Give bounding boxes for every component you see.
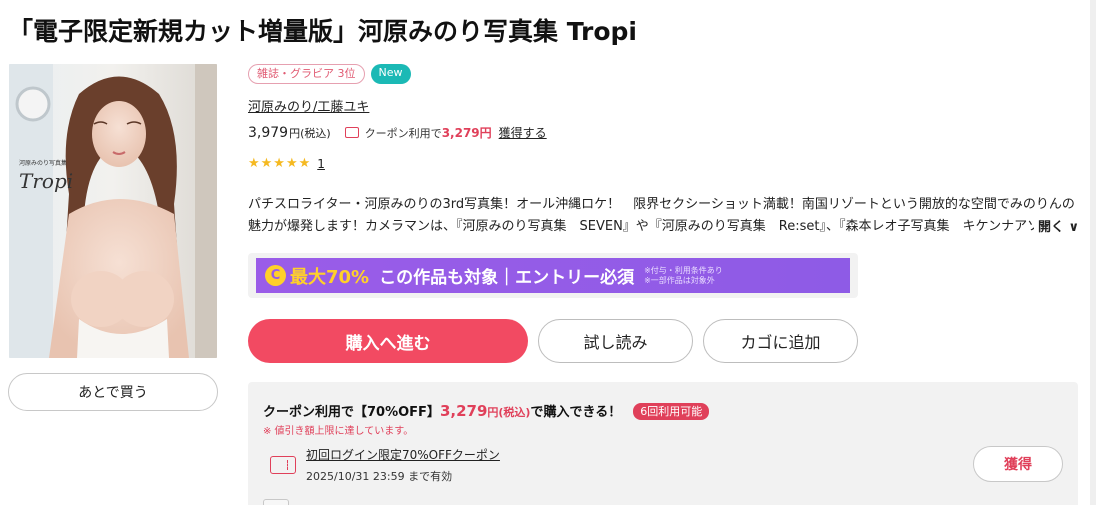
- coupon-headline-price: 3,279: [439, 402, 488, 420]
- cover-photo: [9, 64, 217, 358]
- coupon-name-link[interactable]: 初回ログイン限定70%OFFクーポン: [306, 446, 500, 463]
- obtain-coupon-link[interactable]: 獲得する: [499, 124, 547, 141]
- price-value: 3,979: [248, 125, 289, 141]
- cover-subtitle: 河原みのり写真集: [19, 160, 68, 167]
- banner-max-text: 最大70%: [290, 266, 370, 288]
- coupon-headline: クーポン利用で【70%OFF】 3,279 円(税込) で購入できる！ 6回利用…: [263, 401, 710, 421]
- coupon-price-value: 3,279円: [441, 126, 492, 140]
- proceed-to-purchase-button[interactable]: 購入へ進む: [248, 319, 528, 363]
- new-badge: New: [370, 64, 411, 84]
- coupon-headline-suffix: で購入できる！: [530, 405, 622, 420]
- coupon-limit-note: ※ 値引き額上限に達しています。: [263, 426, 414, 437]
- price-row: 3,979 円(税込) クーポン利用で 3,279円 獲得する: [248, 124, 547, 141]
- coupon-price-label: クーポン利用で: [364, 127, 442, 140]
- coupon-checkbox[interactable]: [263, 499, 289, 505]
- coupon-uses-badge: 6回利用可能: [633, 403, 710, 420]
- banner-note-1: ※付与・利用条件あり: [644, 265, 723, 275]
- banner-notes: ※付与・利用条件あり ※一部作品は対象外: [644, 266, 723, 286]
- description-expand-toggle[interactable]: 開く ∨: [1034, 216, 1080, 235]
- rating: ★★★★★ 1: [248, 156, 325, 171]
- buy-later-button[interactable]: あとで買う: [8, 373, 218, 411]
- coin-icon: C: [265, 265, 286, 286]
- coupon-expiry: 2025/10/31 23:59 まで有効: [306, 470, 453, 483]
- banner-main-text: この作品も対象｜エントリー必須: [379, 268, 635, 288]
- product-description: パチスロライター・河原みのりの3rd写真集！オール沖縄ロケ！ 限界セクシーショッ…: [248, 197, 1075, 234]
- cover-logo: Tropi: [19, 169, 74, 193]
- add-to-cart-button[interactable]: カゴに追加: [703, 319, 858, 363]
- coupon-ticket-icon: [270, 456, 296, 474]
- price-unit: 円(税込): [289, 127, 331, 140]
- scrollbar-track[interactable]: [1090, 0, 1096, 505]
- coupon-ticket-icon: [344, 127, 359, 138]
- campaign-banner[interactable]: C 最大70% この作品も対象｜エントリー必須 ※付与・利用条件あり ※一部作品…: [256, 258, 850, 293]
- author-link[interactable]: 河原みのり/工藤ユキ: [248, 96, 369, 115]
- review-count-link[interactable]: 1: [317, 157, 325, 171]
- trial-read-button[interactable]: 試し読み: [538, 319, 693, 363]
- coupon-panel: クーポン利用で【70%OFF】 3,279 円(税込) で購入できる！ 6回利用…: [248, 382, 1078, 505]
- coupon-headline-prefix: クーポン利用で【70%OFF】: [263, 405, 440, 420]
- page-title: 「電子限定新規カット増量版」河原みのり写真集 Tropi: [8, 17, 637, 46]
- cover-image[interactable]: 河原みのり写真集 Tropi: [9, 64, 217, 358]
- coupon-headline-unit: 円(税込): [487, 406, 531, 419]
- badge-row: 雑誌・グラビア 3位 New: [248, 64, 411, 84]
- cover-title: 河原みのり写真集 Tropi: [19, 158, 73, 193]
- banner-note-2: ※一部作品は対象外: [644, 275, 715, 285]
- get-coupon-button[interactable]: 獲得: [973, 446, 1063, 482]
- star-rating-icon: ★★★★★: [248, 156, 312, 171]
- rank-badge[interactable]: 雑誌・グラビア 3位: [248, 64, 365, 84]
